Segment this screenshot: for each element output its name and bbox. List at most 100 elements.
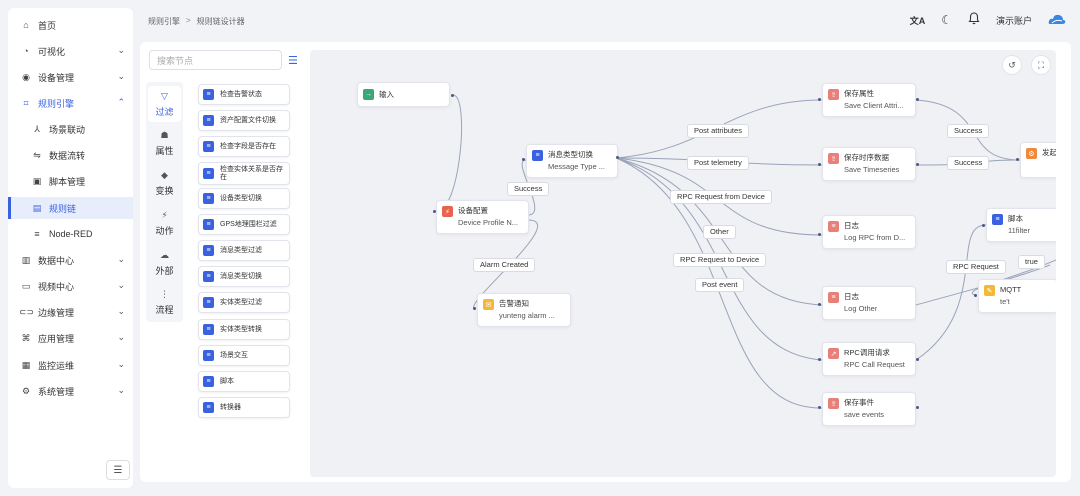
dark-mode-icon[interactable]: ☾ [941, 13, 952, 27]
category-attribute[interactable]: ☗ 属性 [148, 125, 181, 161]
category-action[interactable]: ⚡ 动作 [148, 205, 181, 241]
sidebar-collapse-button[interactable]: ☰ [106, 460, 130, 480]
palette-node-converter[interactable]: ≡ 转换器 [198, 397, 290, 418]
edge-label-post-attributes[interactable]: Post attributes [687, 124, 749, 138]
palette-node-message-type-filter[interactable]: ≡ 消息类型过滤 [198, 240, 290, 261]
input-port[interactable] [982, 224, 985, 227]
avatar[interactable] [1048, 12, 1066, 28]
flow-node-rpc-call-request[interactable]: ↗ RPC调用请求 RPC Call Request [822, 342, 916, 376]
switch-icon: ≡ [532, 150, 543, 161]
chevron-up-icon: ⌃ [117, 97, 125, 107]
input-port[interactable] [473, 307, 476, 310]
output-port[interactable] [916, 163, 919, 166]
palette-node-check-fields[interactable]: ≡ 检查字段是否存在 [198, 136, 290, 157]
edge-label-other[interactable]: Other [703, 225, 736, 239]
palette-node-entity-type-convert[interactable]: ≡ 实体类型转换 [198, 319, 290, 340]
fullscreen-button[interactable]: ⛶ [1031, 55, 1051, 75]
input-port[interactable] [522, 158, 525, 161]
flow-node-script[interactable]: ≡ 脚本 11filter [986, 208, 1056, 242]
output-port[interactable] [916, 406, 919, 409]
sidebar-item-video-center[interactable]: ▭ 视频中心 ⌄ [8, 275, 133, 297]
node-search-input[interactable]: 搜索节点 [149, 50, 282, 70]
input-port[interactable] [818, 303, 821, 306]
breadcrumb-item-rule-engine[interactable]: 规则引擎 [148, 16, 180, 27]
chevron-down-icon: ⌄ [117, 71, 125, 81]
sidebar-item-visualization[interactable]: ◔ 可视化 ⌄ [8, 40, 133, 62]
edge-label-rpc-request[interactable]: RPC Request [946, 260, 1006, 274]
palette-node-scene-interaction[interactable]: ≡ 场景交互 [198, 345, 290, 366]
list-toggle-icon[interactable]: ☰ [288, 54, 298, 67]
undo-icon: ↺ [1008, 59, 1016, 70]
flow-node-device-profile[interactable]: ⚡ 设备配置 Device Profile N... [436, 200, 529, 234]
category-transform[interactable]: ◆ 变换 [148, 165, 181, 201]
palette-node-check-relation[interactable]: ≡ 检查实体关系是否存在 [198, 162, 290, 185]
home-icon: ⌂ [23, 20, 29, 30]
sidebar-item-scene-linkage[interactable]: ⅄ 场景联动 [8, 118, 133, 140]
notification-bell-icon[interactable] [968, 12, 980, 28]
input-port[interactable] [433, 210, 436, 213]
flow-node-save-timeseries[interactable]: ⇪ 保存时序数据 Save Timeseries [822, 147, 916, 181]
output-port[interactable] [451, 94, 454, 97]
palette-node-check-alarm-status[interactable]: ≡ 检查告警状态 [198, 84, 290, 105]
palette-node-entity-type-filter[interactable]: ≡ 实体类型过滤 [198, 292, 290, 313]
output-port[interactable] [916, 98, 919, 101]
flow-node-save-attributes[interactable]: ⇪ 保存属性 Save Client Attri... [822, 83, 916, 117]
category-flow[interactable]: ⋮ 流程 [148, 284, 181, 320]
palette-node-asset-profile-switch[interactable]: ≡ 资产配置文件切换 [198, 110, 290, 131]
sidebar-item-edge-management[interactable]: ⊂⊃ 边缘管理 ⌄ [8, 301, 133, 323]
filter-node-icon: ≡ [203, 115, 214, 126]
flow-node-log-other[interactable]: ≡ 日志 Log Other [822, 286, 916, 320]
sidebar-item-data-flow[interactable]: ⇋ 数据流转 [8, 144, 133, 166]
edge-label-success-attr[interactable]: Success [947, 124, 990, 138]
edge-label-post-telemetry[interactable]: Post telemetry [687, 156, 749, 170]
output-port[interactable] [616, 156, 619, 159]
translate-icon[interactable]: 文A [910, 14, 926, 27]
category-external[interactable]: ☁ 外部 [148, 245, 181, 281]
sidebar-item-rule-engine[interactable]: ⌗ 规则引擎 ⌃ [8, 92, 133, 114]
input-port[interactable] [818, 233, 821, 236]
flow-node-message-type-switch[interactable]: ≡ 消息类型切换 Message Type ... [526, 144, 618, 178]
edge-label-rpc-request-to-device[interactable]: RPC Request to Device [673, 253, 767, 267]
rule-chain-canvas[interactable]: ↺ ⛶ Success Alarm Created Post attribute… [310, 50, 1056, 477]
undo-button[interactable]: ↺ [1002, 55, 1022, 75]
input-port[interactable] [818, 406, 821, 409]
flow-node-input[interactable]: → 输入 [357, 82, 450, 107]
input-port[interactable] [974, 294, 977, 297]
palette-node-device-type-switch[interactable]: ≡ 设备类型切换 [198, 188, 290, 209]
edge-label-post-event[interactable]: Post event [695, 278, 745, 292]
sidebar-item-app-management[interactable]: ⌘ 应用管理 ⌄ [8, 327, 133, 349]
account-name[interactable]: 演示账户 [996, 14, 1032, 27]
sidebar-item-node-red[interactable]: ≡ Node-RED [8, 223, 133, 245]
edge-label-rpc-request-from-device[interactable]: RPC Request from Device [670, 190, 772, 204]
dashboard-icon: ◔ [23, 46, 29, 56]
input-port[interactable] [1016, 158, 1019, 161]
sidebar-item-device-management[interactable]: ◉ 设备管理 ⌄ [8, 66, 133, 88]
flow-node-log-rpc[interactable]: ≡ 日志 Log RPC from D... [822, 215, 916, 249]
flow-node-save-events[interactable]: ⇪ 保存事件 save events [822, 392, 916, 426]
edge-label-success[interactable]: Success [507, 182, 550, 196]
input-port[interactable] [818, 98, 821, 101]
sidebar-item-script-management[interactable]: ▣ 脚本管理 [8, 170, 133, 192]
edge-label-success-ts[interactable]: Success [947, 156, 990, 170]
flow-node-alarm-notify[interactable]: ✉ 告警通知 yunteng alarm ... [477, 293, 571, 327]
rule-engine-icon: ⌗ [23, 97, 29, 108]
output-port[interactable] [916, 358, 919, 361]
input-port[interactable] [818, 163, 821, 166]
edge-label-alarm-created[interactable]: Alarm Created [473, 258, 536, 272]
sidebar-item-home[interactable]: ⌂ 首页 [8, 14, 133, 36]
upload-icon: ⇪ [828, 153, 839, 164]
edge-label-true[interactable]: true [1018, 255, 1045, 269]
sidebar-item-monitoring[interactable]: ▦ 监控运维 ⌄ [8, 354, 133, 376]
sidebar-item-rule-chain[interactable]: ▤ 规则链 [8, 197, 133, 219]
category-filter[interactable]: ▽ 过滤 [148, 86, 181, 122]
input-port[interactable] [818, 358, 821, 361]
palette-node-message-type-switch[interactable]: ≡ 消息类型切换 [198, 266, 290, 287]
palette-node-label: 消息类型过滤 [220, 246, 262, 254]
palette-node-script[interactable]: ≡ 脚本 [198, 371, 290, 392]
sidebar-item-system-management[interactable]: ⚙ 系统管理 ⌄ [8, 380, 133, 402]
sidebar-item-data-center[interactable]: ▥ 数据中心 ⌄ [8, 249, 133, 271]
sidebar-item-label: 脚本管理 [49, 176, 86, 187]
flow-node-mqtt[interactable]: ✎ MQTT te't [978, 279, 1056, 313]
flow-node-publish[interactable]: ⚙ 发起 [1020, 142, 1056, 178]
palette-node-gps-geofence[interactable]: ≡ GPS地理围栏过滤 [198, 214, 290, 235]
